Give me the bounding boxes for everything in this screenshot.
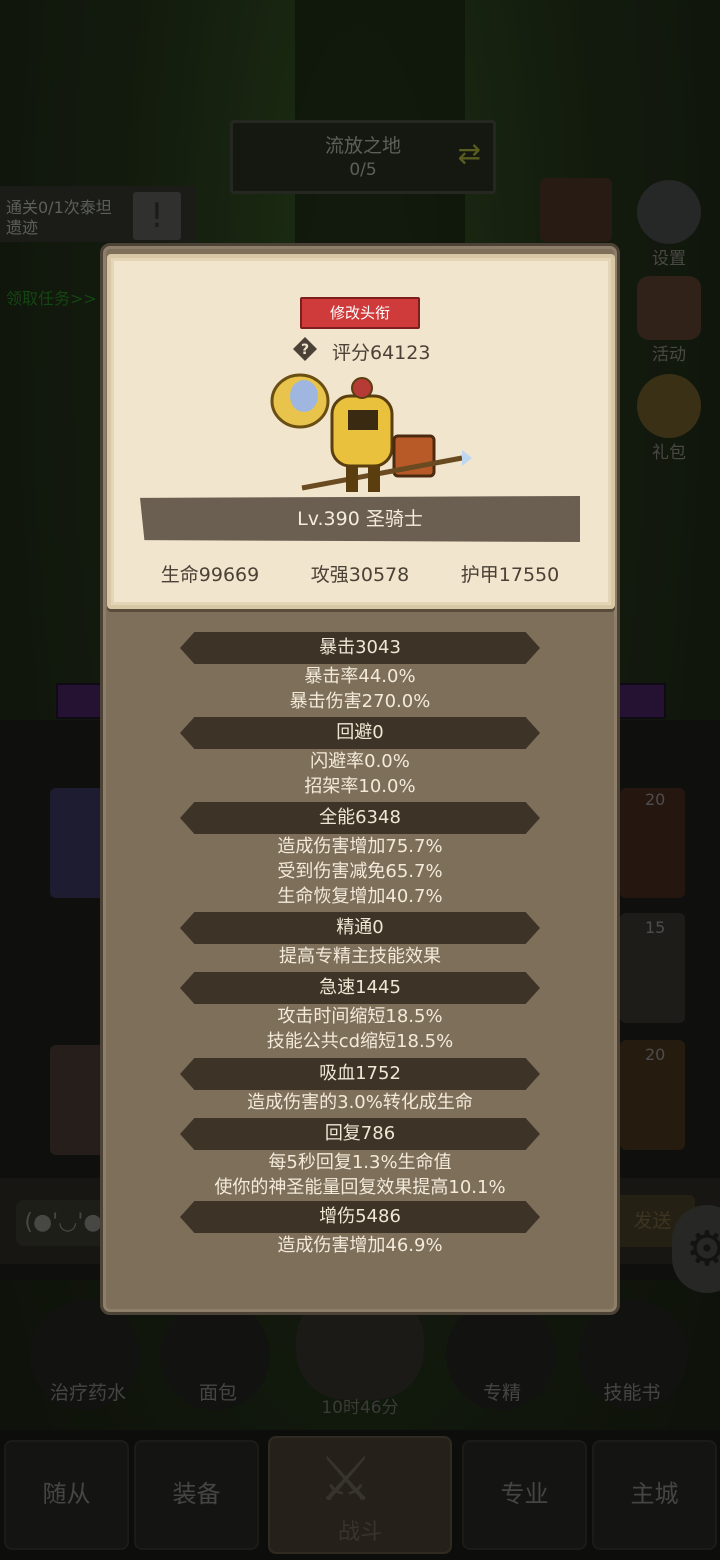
stat-line: 暴击率44.0% bbox=[304, 666, 416, 687]
question-icon[interactable]: ? bbox=[292, 336, 318, 362]
stat-line: 每5秒回复1.3%生命值 bbox=[268, 1152, 452, 1173]
stat-line: 闪避率0.0% bbox=[310, 751, 410, 772]
stat-line: 招架率10.0% bbox=[304, 776, 416, 797]
stat-header-mastery: 精通0 bbox=[180, 912, 540, 944]
stat-header-lifesteal: 吸血1752 bbox=[180, 1058, 540, 1090]
stat-line: 使你的神圣能量回复效果提高10.1% bbox=[214, 1177, 506, 1198]
stat-line: 提高专精主技能效果 bbox=[279, 946, 441, 967]
stat-line: 暴击伤害270.0% bbox=[289, 691, 431, 712]
stat-line: 造成伤害增加75.7% bbox=[277, 836, 443, 857]
stat-line: 造成伤害增加46.9% bbox=[277, 1235, 443, 1256]
stat-line: 造成伤害的3.0%转化成生命 bbox=[247, 1092, 473, 1113]
svg-text:?: ? bbox=[301, 342, 309, 358]
stat-header-versatility: 全能6348 bbox=[180, 802, 540, 834]
stat-header-avoidance: 回避0 bbox=[180, 717, 540, 749]
paladin-hero-sprite bbox=[270, 373, 472, 492]
rename-title-button[interactable]: 修改头衔 bbox=[300, 297, 420, 329]
stat-header-recovery: 回复786 bbox=[180, 1118, 540, 1150]
stat-line: 受到伤害减免65.7% bbox=[277, 861, 443, 882]
stat-line: 攻击时间缩短18.5% bbox=[277, 1006, 443, 1027]
hp-stat: 生命99669 bbox=[160, 564, 260, 586]
stat-line: 生命恢复增加40.7% bbox=[277, 886, 443, 907]
armor-stat: 护甲17550 bbox=[460, 564, 560, 586]
stat-header-crit: 暴击3043 bbox=[180, 632, 540, 664]
stat-line: 技能公共cd缩短18.5% bbox=[266, 1031, 454, 1052]
attack-stat: 攻强30578 bbox=[310, 564, 410, 586]
combat-score: 评分64123 bbox=[332, 342, 431, 364]
level-class-banner: Lv.390 圣骑士 bbox=[140, 496, 580, 542]
stat-header-damage-bonus: 增伤5486 bbox=[180, 1201, 540, 1233]
stat-header-haste: 急速1445 bbox=[180, 972, 540, 1004]
